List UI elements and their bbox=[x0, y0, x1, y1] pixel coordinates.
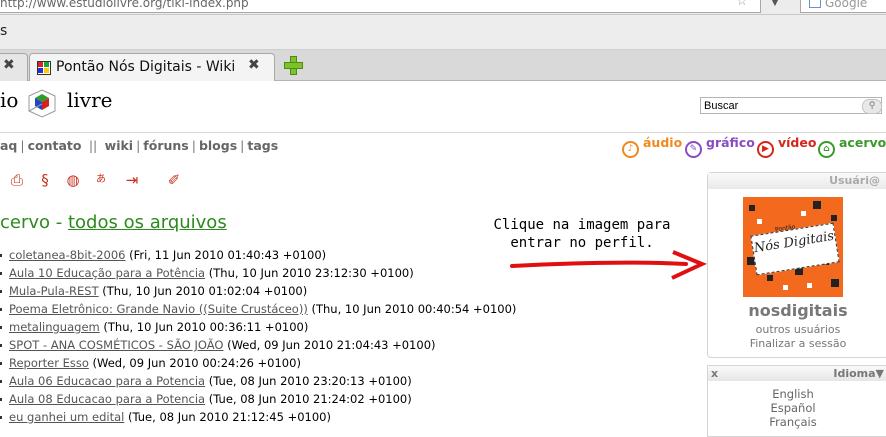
language-francais[interactable]: Français bbox=[708, 415, 878, 429]
file-list-item: Aula 06 Educacao para a Potencia (Tue, 0… bbox=[0, 372, 516, 390]
file-link[interactable]: Aula 10 Educação para a Potência bbox=[9, 266, 205, 280]
annotation-line-1: Clique na imagem para bbox=[493, 217, 671, 233]
logout-link[interactable]: Finalizar a sessão bbox=[708, 337, 886, 350]
import-icon[interactable]: ⇥ bbox=[122, 170, 142, 190]
web-search-field[interactable]: Google bbox=[800, 0, 886, 13]
media-link-grafico[interactable]: ✎ gráfico bbox=[685, 135, 755, 158]
annotation-arrow-icon bbox=[510, 250, 707, 280]
nav-tags[interactable]: tags bbox=[247, 138, 278, 153]
file-link[interactable]: Aula 06 Educacao para a Potencia bbox=[9, 374, 205, 388]
file-list-item: Reporter Esso (Wed, 09 Jun 2010 00:24:26… bbox=[0, 354, 516, 372]
media-link-acervo[interactable]: ⌂ acervo bbox=[818, 135, 886, 158]
menu-item-fragment[interactable]: s bbox=[0, 23, 7, 39]
bookmark-star-icon[interactable]: ☆ bbox=[736, 0, 748, 9]
file-date: (Thu, 10 Jun 2010 01:02:04 +0100) bbox=[102, 284, 308, 298]
web-search-placeholder: Google bbox=[825, 0, 868, 10]
file-list-item: SPOT - ANA COSMÉTICOS - SÃO JOÃO (Wed, 0… bbox=[0, 336, 516, 354]
nav-contato[interactable]: contato bbox=[28, 138, 82, 153]
file-list-item: metalinguagem (Thu, 10 Jun 2010 00:36:11… bbox=[0, 318, 516, 336]
file-date: (Tue, 08 Jun 2010 23:20:13 +0100) bbox=[208, 374, 412, 388]
site-search-input[interactable] bbox=[700, 97, 882, 114]
media-link-audio[interactable]: ♪ áudio bbox=[622, 135, 682, 158]
url-bar-strip: http://www.estudiolivre.org/tiki-index.p… bbox=[0, 0, 886, 15]
file-date: (Tue, 08 Jun 2010 21:24:02 +0100) bbox=[208, 392, 412, 406]
file-list-item: coletanea-8bit-2006 (Fri, 11 Jun 2010 01… bbox=[0, 246, 516, 264]
search-engine-icon bbox=[809, 0, 821, 8]
header-divider bbox=[0, 132, 886, 133]
file-link[interactable]: coletanea-8bit-2006 bbox=[9, 248, 125, 262]
file-date: (Tue, 08 Jun 2010 21:12:45 +0100) bbox=[128, 410, 331, 424]
media-link-video[interactable]: ▶ vídeo bbox=[757, 135, 816, 158]
file-link[interactable]: Reporter Esso bbox=[9, 356, 89, 370]
tab-strip: ✖ Pontão Nós Digitais - Wiki ✖ bbox=[0, 50, 886, 81]
nav-separator: || bbox=[88, 138, 98, 153]
audio-icon: ♪ bbox=[622, 141, 639, 158]
edit-icon[interactable]: ✐ bbox=[164, 170, 184, 190]
file-list: coletanea-8bit-2006 (Fri, 11 Jun 2010 01… bbox=[0, 246, 516, 426]
logo-text-right[interactable]: livre bbox=[67, 88, 113, 112]
file-date: (Wed, 09 Jun 2010 00:24:26 +0100) bbox=[92, 356, 301, 370]
menu-bar: s bbox=[0, 15, 886, 50]
file-date: (Fri, 11 Jun 2010 01:40:43 +0100) bbox=[129, 248, 327, 262]
nav-faq[interactable]: aq bbox=[0, 138, 17, 153]
file-date: (Thu, 10 Jun 2010 23:12:30 +0100) bbox=[208, 266, 414, 280]
file-list-item: Mula-Pula-REST (Thu, 10 Jun 2010 01:02:0… bbox=[0, 282, 516, 300]
scroll-icon[interactable]: § bbox=[35, 170, 55, 190]
user-box-header: Usuári@ bbox=[708, 173, 886, 189]
language-box: x Idioma▼ English Español Français bbox=[707, 365, 886, 437]
nav-blogs[interactable]: blogs bbox=[199, 138, 237, 153]
file-list-item: Aula 08 Educacao para a Potencia (Tue, 0… bbox=[0, 390, 516, 408]
logo-text-left[interactable]: io bbox=[0, 88, 18, 112]
page-title: cervo - todos os arquivos bbox=[0, 212, 227, 233]
graphic-icon: ✎ bbox=[685, 141, 702, 158]
top-navigation: aq | contato || wiki | fóruns | blogs | tags bbox=[0, 138, 279, 153]
print-icon[interactable]: ⎙ bbox=[7, 170, 27, 190]
archive-icon: ⌂ bbox=[818, 141, 835, 158]
user-avatar[interactable]: Pontão Nós Digitais bbox=[743, 197, 843, 297]
file-list-item: Aula 10 Educação para a Potência (Thu, 1… bbox=[0, 264, 516, 282]
file-link[interactable]: SPOT - ANA COSMÉTICOS - SÃO JOÃO bbox=[9, 338, 223, 352]
all-files-link[interactable]: todos os arquivos bbox=[68, 212, 227, 233]
logo-cube-icon[interactable] bbox=[25, 86, 59, 120]
translate-icon[interactable]: あ bbox=[91, 170, 111, 190]
nav-wiki[interactable]: wiki bbox=[105, 138, 133, 153]
user-box: Usuári@ Pontão Nós Digitais nosdigitais … bbox=[707, 172, 886, 358]
close-tab-icon[interactable]: ✖ bbox=[3, 57, 15, 73]
close-tab-icon[interactable]: ✖ bbox=[248, 57, 260, 73]
file-link[interactable]: eu ganhei um edital bbox=[9, 410, 124, 424]
language-espanol[interactable]: Español bbox=[708, 401, 878, 415]
site-favicon-icon bbox=[37, 61, 51, 75]
nav-foruns[interactable]: fóruns bbox=[143, 138, 188, 153]
tab-title: Pontão Nós Digitais - Wiki bbox=[56, 59, 236, 75]
username[interactable]: nosdigitais bbox=[708, 301, 886, 320]
address-field[interactable]: http://www.estudiolivre.org/tiki-index.p… bbox=[0, 0, 761, 13]
file-link[interactable]: metalinguagem bbox=[9, 320, 100, 334]
video-icon: ▶ bbox=[757, 141, 774, 158]
language-box-close[interactable]: x bbox=[711, 366, 718, 381]
language-box-header: x Idioma▼ bbox=[708, 366, 886, 381]
search-icon[interactable]: ⚲ bbox=[862, 99, 882, 114]
file-list-item: Poema Eletrônico: Grande Navio ((Suite C… bbox=[0, 300, 516, 318]
file-date: (Wed, 09 Jun 2010 21:04:43 +0100) bbox=[227, 338, 436, 352]
file-link[interactable]: Mula-Pula-REST bbox=[9, 284, 99, 298]
language-english[interactable]: English bbox=[708, 387, 878, 401]
file-link[interactable]: Aula 08 Educacao para a Potencia bbox=[9, 392, 205, 406]
language-dropdown-toggle[interactable]: Idioma▼ bbox=[833, 366, 884, 381]
tab-pontao-nos-digitais[interactable]: Pontão Nós Digitais - Wiki ✖ bbox=[29, 53, 275, 81]
tab-previous[interactable]: ✖ bbox=[0, 53, 28, 81]
file-link[interactable]: Poema Eletrônico: Grande Navio ((Suite C… bbox=[9, 302, 308, 316]
new-tab-plus-icon[interactable] bbox=[284, 56, 303, 75]
file-date: (Thu, 10 Jun 2010 00:40:54 +0100) bbox=[311, 302, 517, 316]
other-users-link[interactable]: outros usuários bbox=[708, 323, 886, 336]
file-list-item: eu ganhei um edital (Tue, 08 Jun 2010 21… bbox=[0, 408, 516, 426]
globe-icon[interactable]: ◍ bbox=[63, 170, 83, 190]
file-date: (Thu, 10 Jun 2010 00:36:11 +0100) bbox=[103, 320, 309, 334]
url-dropdown-icon[interactable]: ▼ bbox=[768, 0, 782, 12]
